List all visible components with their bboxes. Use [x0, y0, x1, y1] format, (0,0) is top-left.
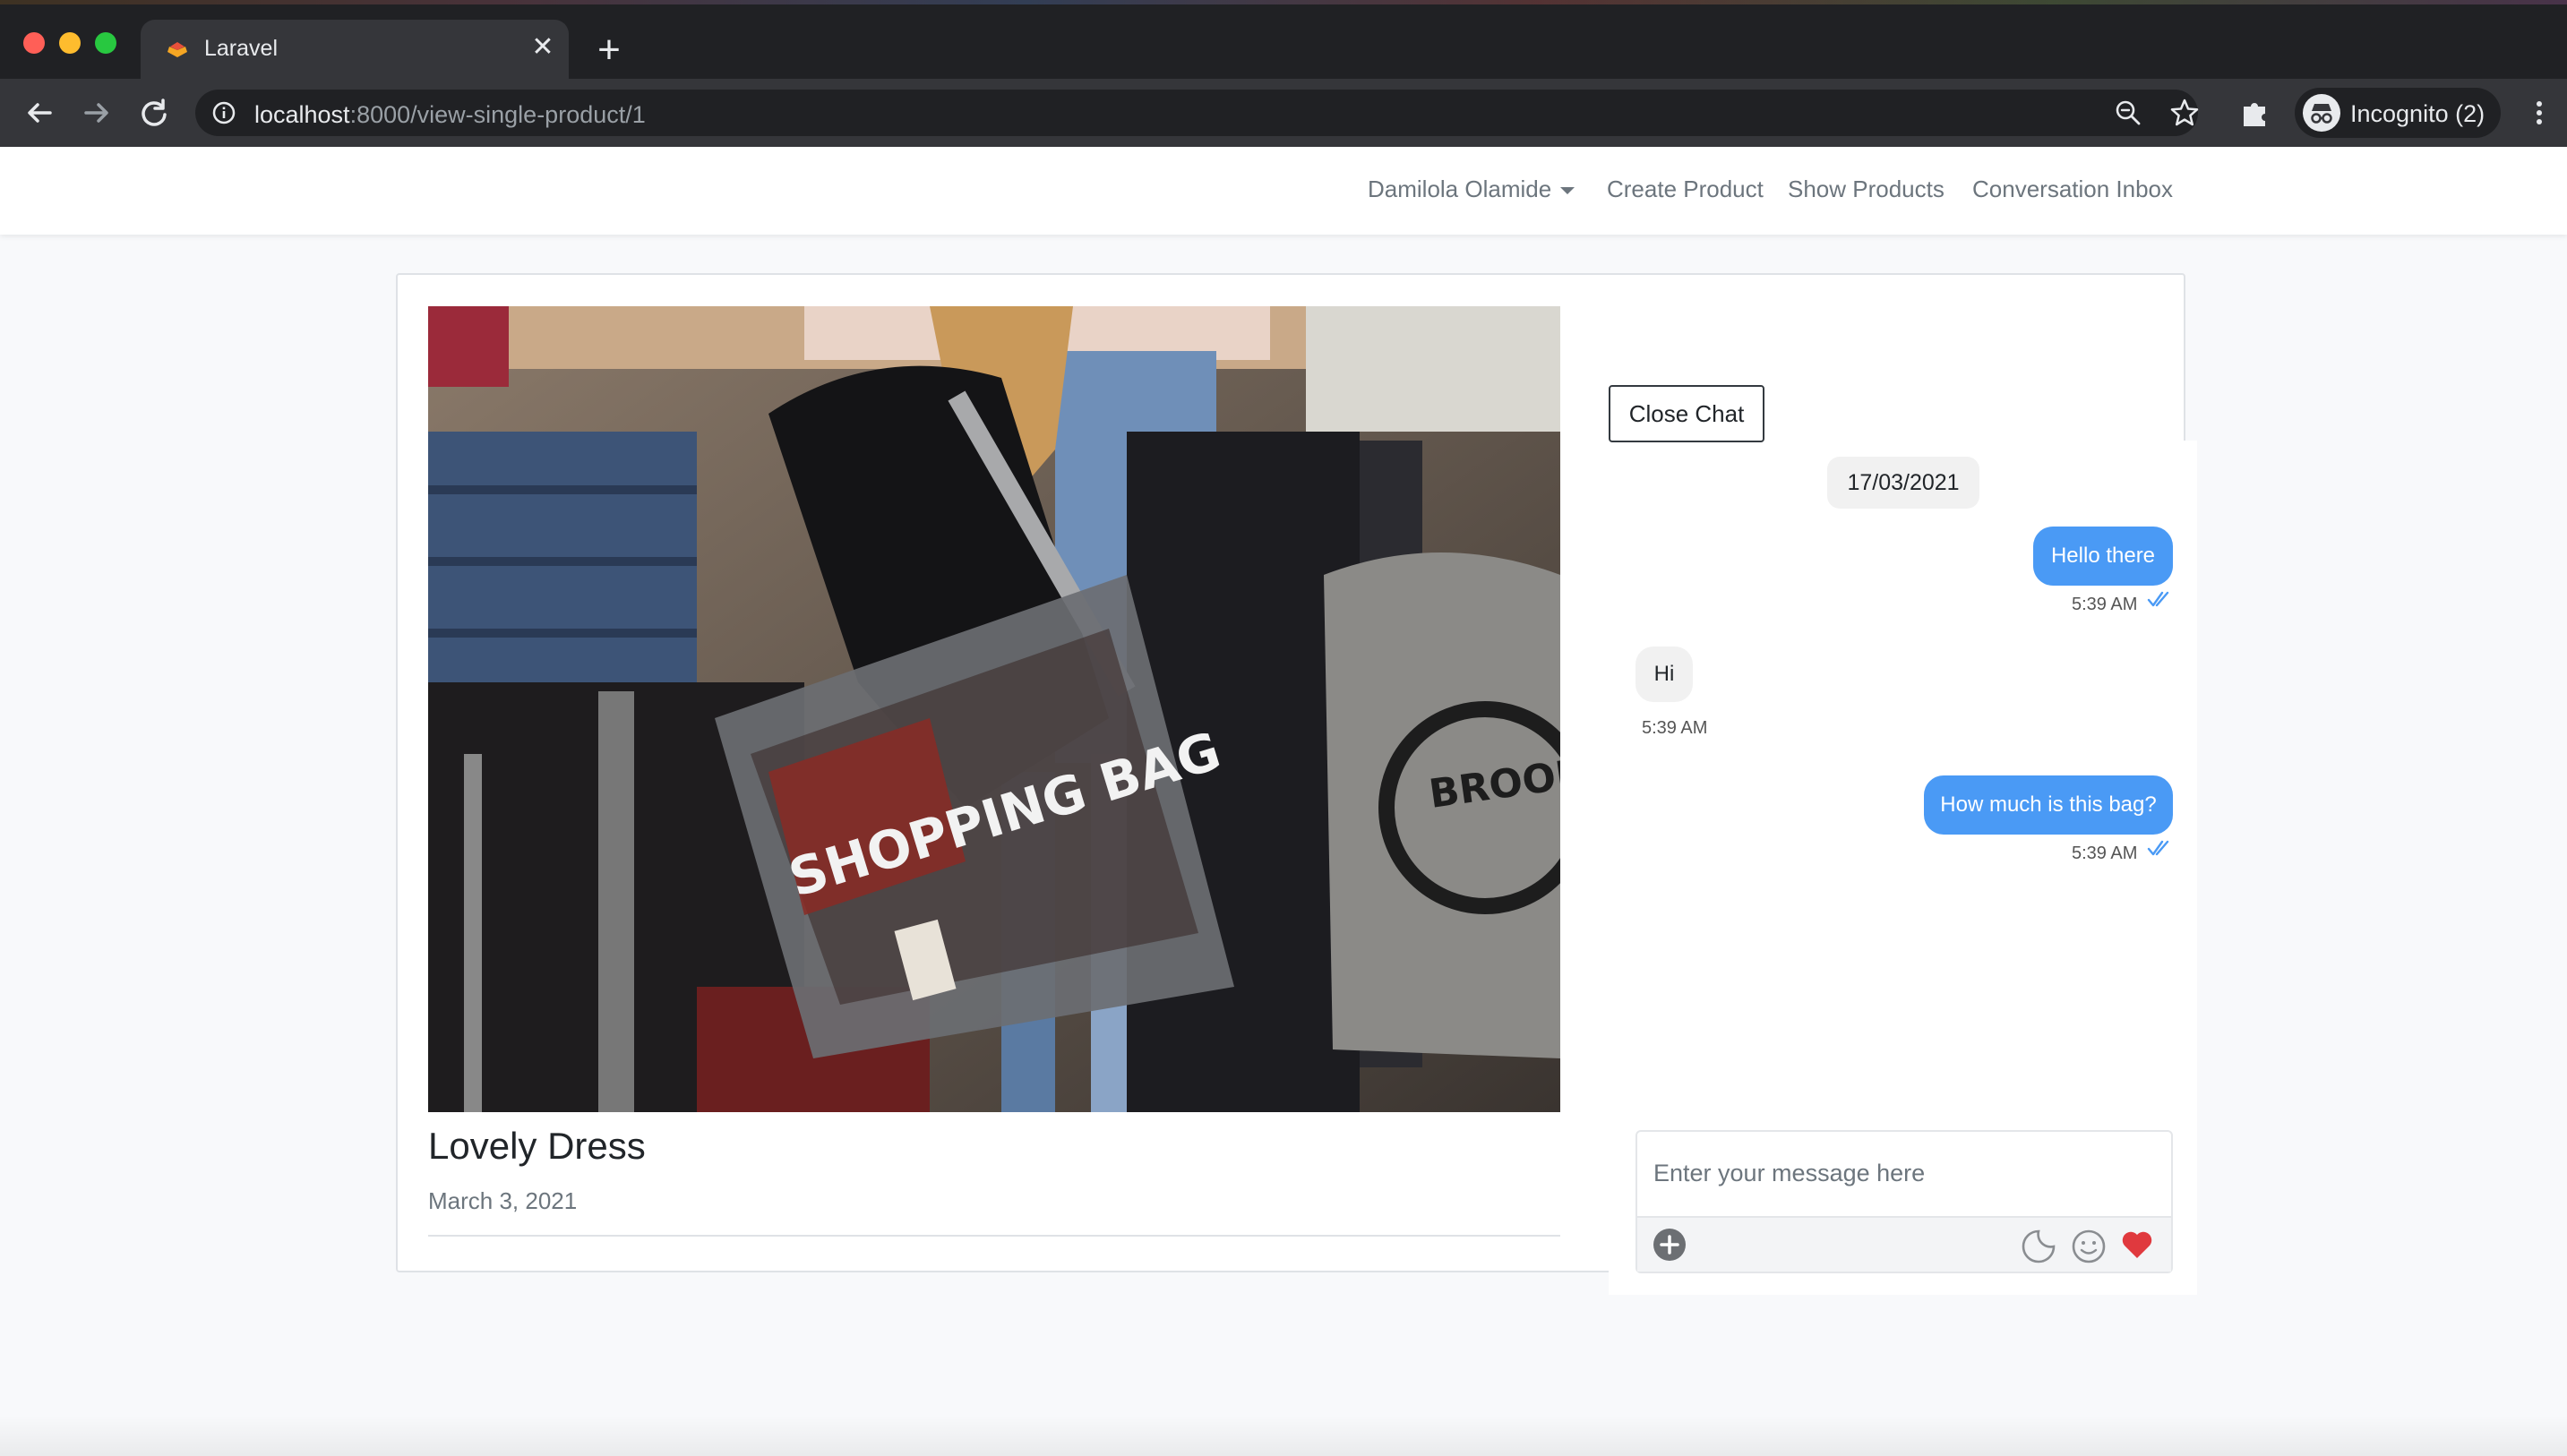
- tab-title: Laravel: [204, 36, 278, 61]
- add-circle-icon[interactable]: [1652, 1227, 1687, 1263]
- message-time: 5:39 AM: [2072, 844, 2138, 863]
- sticker-icon[interactable]: [2021, 1229, 2056, 1264]
- message-time: 5:39 AM: [2072, 595, 2138, 614]
- composer-toolbar: [1637, 1216, 2171, 1272]
- caret-down-icon: [1560, 187, 1575, 195]
- message-input[interactable]: [1637, 1132, 2171, 1214]
- nav-link-create-product[interactable]: Create Product: [1607, 176, 1764, 203]
- nav-link-show-products[interactable]: Show Products: [1788, 176, 1945, 203]
- incognito-profile-button[interactable]: Incognito (2): [2295, 88, 2501, 138]
- reload-icon[interactable]: [133, 91, 176, 134]
- user-name: Damilola Olamide: [1368, 176, 1552, 202]
- kebab-menu-icon[interactable]: [2526, 97, 2553, 129]
- emoji-icon[interactable]: [2071, 1229, 2107, 1264]
- maximize-window-button[interactable]: [95, 32, 116, 54]
- message-bubble-incoming: Hi: [1635, 647, 1693, 702]
- minimize-window-button[interactable]: [59, 32, 81, 54]
- heart-icon[interactable]: [2119, 1227, 2155, 1263]
- close-window-button[interactable]: [23, 32, 45, 54]
- window-accent-strip: [0, 0, 2567, 4]
- nav-link-conversation-inbox[interactable]: Conversation Inbox: [1972, 176, 2173, 203]
- product-title: Lovely Dress: [428, 1125, 646, 1167]
- close-tab-icon[interactable]: ✕: [528, 32, 558, 63]
- read-receipt-icon: [2147, 840, 2169, 856]
- puzzle-icon[interactable]: [2239, 97, 2271, 129]
- shopping-bag-photo: BROOKLYN SHOPPING BAG: [428, 306, 1560, 1112]
- incognito-icon: [2303, 94, 2340, 132]
- incognito-label: Incognito (2): [2350, 100, 2485, 127]
- message-composer: [1635, 1130, 2173, 1273]
- laravel-icon: [167, 42, 187, 57]
- browser-titlebar: Laravel ✕ +: [0, 0, 2567, 79]
- info-icon[interactable]: [211, 100, 236, 125]
- back-arrow-icon[interactable]: [18, 91, 61, 134]
- message-bubble-outgoing: How much is this bag?: [1924, 775, 2173, 835]
- divider: [428, 1235, 1560, 1237]
- product-date: March 3, 2021: [428, 1187, 578, 1214]
- page-bottom-shadow: [0, 1415, 2567, 1456]
- new-tab-icon[interactable]: +: [591, 30, 627, 70]
- message-time: 5:39 AM: [1642, 718, 1708, 738]
- site-navbar: Damilola Olamide Create Product Show Pro…: [0, 147, 2567, 235]
- zoom-icon[interactable]: [2114, 98, 2142, 127]
- chat-date-separator: 17/03/2021: [1827, 457, 1979, 509]
- close-chat-button[interactable]: Close Chat: [1609, 385, 1764, 442]
- browser-toolbar: localhost:8000/view-single-product/1 Inc…: [0, 79, 2567, 147]
- message-bubble-outgoing: Hello there: [2033, 527, 2173, 586]
- address-bar[interactable]: localhost:8000/view-single-product/1: [195, 90, 2200, 136]
- browser-tab[interactable]: Laravel ✕: [141, 20, 569, 79]
- product-image: BROOKLYN SHOPPING BAG: [428, 306, 1560, 1112]
- user-dropdown[interactable]: Damilola Olamide: [1368, 176, 1575, 203]
- star-icon[interactable]: [2169, 98, 2200, 128]
- forward-arrow-icon[interactable]: [75, 91, 118, 134]
- url-text: localhost:8000/view-single-product/1: [254, 101, 646, 128]
- read-receipt-icon: [2147, 591, 2169, 607]
